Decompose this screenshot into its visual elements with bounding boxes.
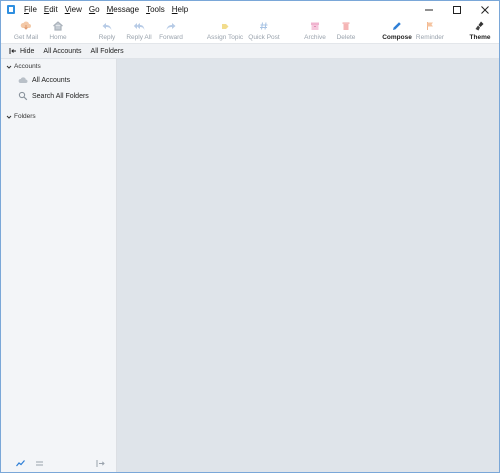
quick-post-button[interactable]: Quick Post: [247, 19, 281, 43]
chevron-down-icon: [6, 115, 12, 119]
archive-icon: [309, 20, 321, 32]
hide-button[interactable]: Hide: [9, 47, 34, 55]
menu-view[interactable]: View: [65, 5, 82, 14]
hide-panel-icon: [9, 48, 16, 54]
cloud-icon: [18, 75, 28, 85]
flag-icon: [424, 20, 436, 32]
compose-button[interactable]: Compose: [382, 19, 412, 43]
trash-icon: [340, 20, 352, 32]
chevron-down-icon: [6, 65, 12, 69]
theme-button[interactable]: Theme: [469, 19, 491, 43]
reply-icon: [101, 20, 113, 32]
app-logo-icon: [6, 4, 16, 15]
activity-icon[interactable]: [16, 459, 25, 470]
reminder-button[interactable]: Reminder: [414, 19, 446, 43]
menu-bar: File Edit View Go Message Tools Help: [1, 1, 499, 18]
main-toolbar: Get Mail Home Reply Reply All Forward As…: [1, 18, 499, 44]
sign-out-icon[interactable]: [96, 459, 105, 470]
menu-message[interactable]: Message: [107, 5, 139, 14]
accounts-section-header[interactable]: Accounts: [6, 63, 41, 70]
menu-edit[interactable]: Edit: [44, 5, 58, 14]
app-window: File Edit View Go Message Tools Help Get…: [0, 0, 500, 473]
minimize-button[interactable]: [415, 1, 443, 18]
sidebar-item-search-all-folders[interactable]: Search All Folders: [18, 91, 89, 101]
cloud-download-icon: [20, 20, 32, 32]
close-icon: [481, 5, 489, 14]
pencil-icon: [391, 20, 403, 32]
folder-filter-bar: Hide All Accounts All Folders: [1, 44, 499, 59]
tag-icon: [219, 20, 231, 32]
maximize-icon: [453, 5, 461, 14]
delete-button[interactable]: Delete: [335, 19, 357, 43]
close-button[interactable]: [471, 1, 499, 18]
brush-icon: [474, 20, 486, 32]
archive-button[interactable]: Archive: [303, 19, 327, 43]
home-icon: [52, 20, 64, 32]
minimize-icon: [425, 9, 433, 10]
menu-help[interactable]: Help: [172, 5, 188, 14]
main-content-area: [117, 59, 499, 472]
search-icon: [18, 91, 28, 101]
forward-icon: [165, 20, 177, 32]
all-folders-filter[interactable]: All Folders: [91, 48, 124, 55]
forward-button[interactable]: Forward: [157, 19, 185, 43]
sidebar-footer: [1, 456, 116, 472]
all-accounts-filter[interactable]: All Accounts: [43, 48, 81, 55]
home-button[interactable]: Home: [47, 19, 69, 43]
menu-tools[interactable]: Tools: [146, 5, 165, 14]
folder-sidebar: Accounts All Accounts Search All Folders…: [1, 59, 117, 472]
sidebar-item-all-accounts[interactable]: All Accounts: [18, 75, 70, 85]
hash-icon: [258, 20, 270, 32]
get-mail-button[interactable]: Get Mail: [13, 19, 39, 43]
reply-button[interactable]: Reply: [96, 19, 118, 43]
folders-section-header[interactable]: Folders: [6, 113, 36, 120]
assign-topic-button[interactable]: Assign Topic: [205, 19, 245, 43]
reply-all-icon: [133, 20, 145, 32]
list-view-icon[interactable]: [35, 459, 44, 470]
maximize-button[interactable]: [443, 1, 471, 18]
menu-file[interactable]: File: [24, 5, 37, 14]
window-controls: [415, 1, 499, 18]
menu-go[interactable]: Go: [89, 5, 100, 14]
reply-all-button[interactable]: Reply All: [124, 19, 154, 43]
